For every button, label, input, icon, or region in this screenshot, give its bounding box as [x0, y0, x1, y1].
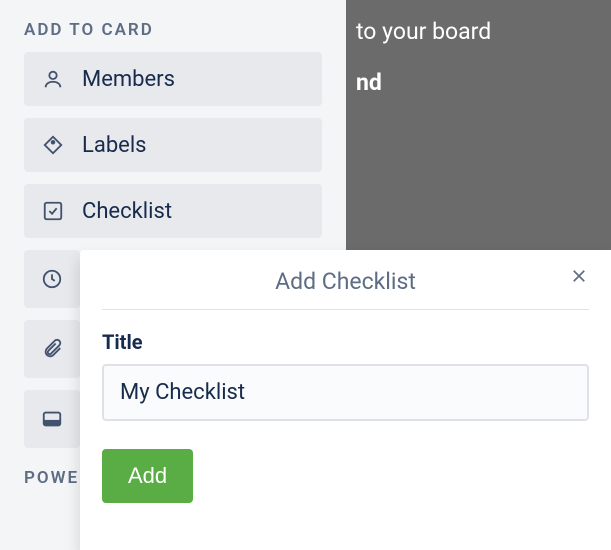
checklist-title-input[interactable] — [102, 364, 589, 421]
popover-title: Add Checklist — [275, 268, 416, 295]
popover-header: Add Checklist — [102, 268, 589, 310]
cover-icon — [40, 406, 64, 432]
sidebar-item-label: Labels — [82, 133, 147, 158]
add-button[interactable]: Add — [102, 449, 193, 503]
close-icon — [570, 267, 588, 289]
labels-icon — [40, 132, 66, 158]
sidebar-item-checklist[interactable]: Checklist — [24, 184, 322, 238]
sidebar-item-attachment[interactable] — [24, 320, 80, 378]
title-field-label: Title — [102, 330, 589, 354]
back-text-line2: nd — [356, 69, 601, 96]
attachment-icon — [40, 336, 64, 362]
members-icon — [40, 66, 66, 92]
sidebar-item-cover[interactable] — [24, 390, 80, 448]
card-back-panel: to your board nd — [346, 0, 611, 250]
checklist-icon — [40, 198, 66, 224]
add-checklist-popover: Add Checklist Title Add — [80, 250, 611, 550]
sidebar-title: ADD TO CARD — [24, 20, 322, 40]
sidebar-item-label: Checklist — [82, 199, 172, 224]
sidebar-item-dates[interactable] — [24, 250, 80, 308]
sidebar-item-labels[interactable]: Labels — [24, 118, 322, 172]
sidebar-item-label: Members — [82, 67, 175, 92]
clock-icon — [40, 266, 64, 292]
sidebar-item-members[interactable]: Members — [24, 52, 322, 106]
back-text-line1: to your board — [356, 18, 601, 45]
close-button[interactable] — [565, 264, 593, 292]
